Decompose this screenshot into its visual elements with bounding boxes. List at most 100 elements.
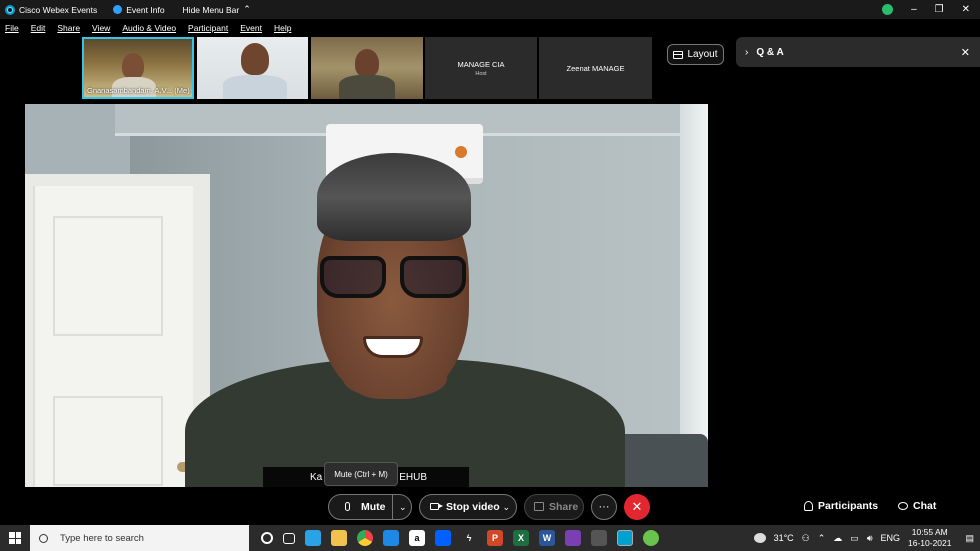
weather-temp[interactable]: 31°C [774, 533, 794, 543]
participants-button[interactable]: Participants [804, 500, 878, 512]
file-explorer-icon[interactable] [331, 530, 347, 546]
divider [392, 495, 393, 519]
participant-shirt [223, 75, 287, 99]
microphone-icon [345, 502, 350, 511]
leave-event-button[interactable]: ✕ [624, 494, 650, 520]
host-label: Host [475, 70, 487, 77]
volume-icon[interactable]: 🔊︎ [867, 533, 873, 544]
bolt-icon[interactable]: ϟ [461, 530, 477, 546]
mute-tooltip: Mute (Ctrl + M) [324, 462, 398, 486]
participant-thumbnail-host[interactable]: MANAGE CIA Host [425, 37, 537, 99]
mute-label: Mute [361, 501, 386, 513]
webex-icon[interactable] [617, 530, 633, 546]
participant-thumbnail-5[interactable]: Zeenat MANAGE [539, 37, 652, 99]
clock-time: 10:55 AM [911, 527, 948, 537]
menu-event[interactable]: Event [240, 23, 262, 33]
chevron-right-icon[interactable]: › [745, 47, 748, 58]
generic-app-icon[interactable] [591, 530, 607, 546]
amazon-icon[interactable]: a [409, 530, 425, 546]
share-label: Share [549, 501, 579, 513]
system-tray: 31°C ⚇ ⌃ ☁ ▭ 🔊︎ ENG 10:55 AM 16-10-2021 … [753, 527, 974, 549]
menu-participant[interactable]: Participant [188, 23, 228, 33]
menu-bar: File Edit Share View Audio & Video Parti… [0, 19, 980, 36]
layout-icon [673, 50, 684, 59]
cloud-icon[interactable]: ☁ [833, 533, 842, 544]
taskbar-search-box[interactable]: Type here to search [30, 525, 249, 551]
window-light [680, 104, 708, 487]
share-icon [534, 502, 544, 511]
chat-icon [898, 502, 908, 510]
minimize-button[interactable]: ‒ [911, 4, 917, 15]
share-button[interactable]: Share [524, 494, 584, 520]
chrome-icon[interactable] [357, 530, 373, 546]
app-icon[interactable] [643, 530, 659, 546]
taskbar-clock[interactable]: 10:55 AM 16-10-2021 [908, 527, 951, 549]
menu-share[interactable]: Share [57, 23, 80, 33]
close-window-button[interactable]: ✕ [962, 4, 970, 15]
webex-logo-icon [5, 4, 15, 15]
ac-logo [455, 146, 467, 158]
app-title: Cisco Webex Events [19, 4, 98, 15]
status-icon[interactable] [882, 4, 894, 15]
menu-audio-video[interactable]: Audio & Video [122, 23, 176, 33]
participant-thumbnail-me[interactable]: Gnanasambandam. A.V... (Me) [82, 37, 194, 99]
mail-icon[interactable] [383, 530, 399, 546]
mute-button[interactable]: Mute ⌄ [328, 494, 412, 520]
chevron-up-icon[interactable]: ⌃ [243, 4, 251, 15]
restore-button[interactable]: ❐ [935, 4, 944, 15]
notifications-icon[interactable]: ▤ [965, 533, 974, 544]
chevron-up-icon[interactable]: ⌃ [818, 533, 826, 544]
glasses-lens-left [320, 256, 386, 298]
speaker-name-left: Ka [310, 471, 323, 483]
stop-video-button[interactable]: Stop video ⌄ [419, 494, 517, 520]
participant-face [241, 43, 269, 75]
layout-button[interactable]: Layout [667, 44, 724, 65]
search-placeholder: Type here to search [60, 532, 144, 544]
event-info-button[interactable]: Event Info [126, 5, 164, 15]
weather-icon[interactable] [753, 533, 766, 543]
menu-edit[interactable]: Edit [31, 23, 46, 33]
speaker-glasses [320, 256, 468, 300]
people-icon [804, 501, 813, 511]
menu-file[interactable]: File [5, 23, 19, 33]
door [33, 186, 193, 487]
chat-button[interactable]: Chat [898, 500, 936, 512]
chevron-down-icon[interactable]: ⌄ [502, 502, 510, 513]
participant-name: Zeenat MANAGE [566, 63, 625, 73]
excel-icon[interactable]: X [513, 530, 529, 546]
language-indicator[interactable]: ENG [880, 533, 900, 543]
speaker-hair [317, 153, 471, 241]
participant-face [122, 53, 144, 79]
active-speaker-video[interactable] [25, 104, 708, 487]
participant-thumbnail-2[interactable] [197, 37, 308, 99]
dropbox-icon[interactable] [435, 530, 451, 546]
door-panel [53, 396, 163, 486]
menu-help[interactable]: Help [274, 23, 291, 33]
menu-view[interactable]: View [92, 23, 110, 33]
word-icon[interactable]: W [539, 530, 555, 546]
search-icon [39, 533, 48, 543]
qa-panel-header[interactable]: › Q & A ✕ [736, 37, 980, 67]
zoom-icon[interactable] [305, 530, 321, 546]
title-bar: Cisco Webex Events Event Info Hide Menu … [0, 0, 980, 19]
windows-taskbar: Type here to search a ϟ P X W 31°C ⚇ ⌃ ☁… [0, 525, 980, 551]
people-tray-icon[interactable]: ⚇ [802, 533, 810, 544]
door-panel [53, 216, 163, 336]
start-button[interactable] [0, 525, 30, 551]
participant-shirt [339, 75, 395, 99]
more-options-button[interactable]: ··· [591, 494, 617, 520]
battery-icon[interactable]: ▭ [850, 533, 859, 544]
hide-menu-bar-button[interactable]: Hide Menu Bar [183, 5, 240, 15]
shield-icon [113, 5, 123, 14]
close-icon[interactable]: ✕ [961, 46, 970, 59]
app-icon[interactable] [565, 530, 581, 546]
cortana-icon[interactable] [261, 532, 273, 544]
chevron-down-icon[interactable]: ⌄ [399, 502, 407, 513]
taskbar-apps: a ϟ P X W [261, 530, 659, 546]
powerpoint-icon[interactable]: P [487, 530, 503, 546]
task-view-icon[interactable] [283, 532, 295, 544]
participant-thumbnail-3[interactable] [311, 37, 423, 99]
speaker-name-right: EHUB [399, 471, 427, 483]
layout-label: Layout [687, 49, 718, 60]
participant-face [355, 49, 379, 77]
